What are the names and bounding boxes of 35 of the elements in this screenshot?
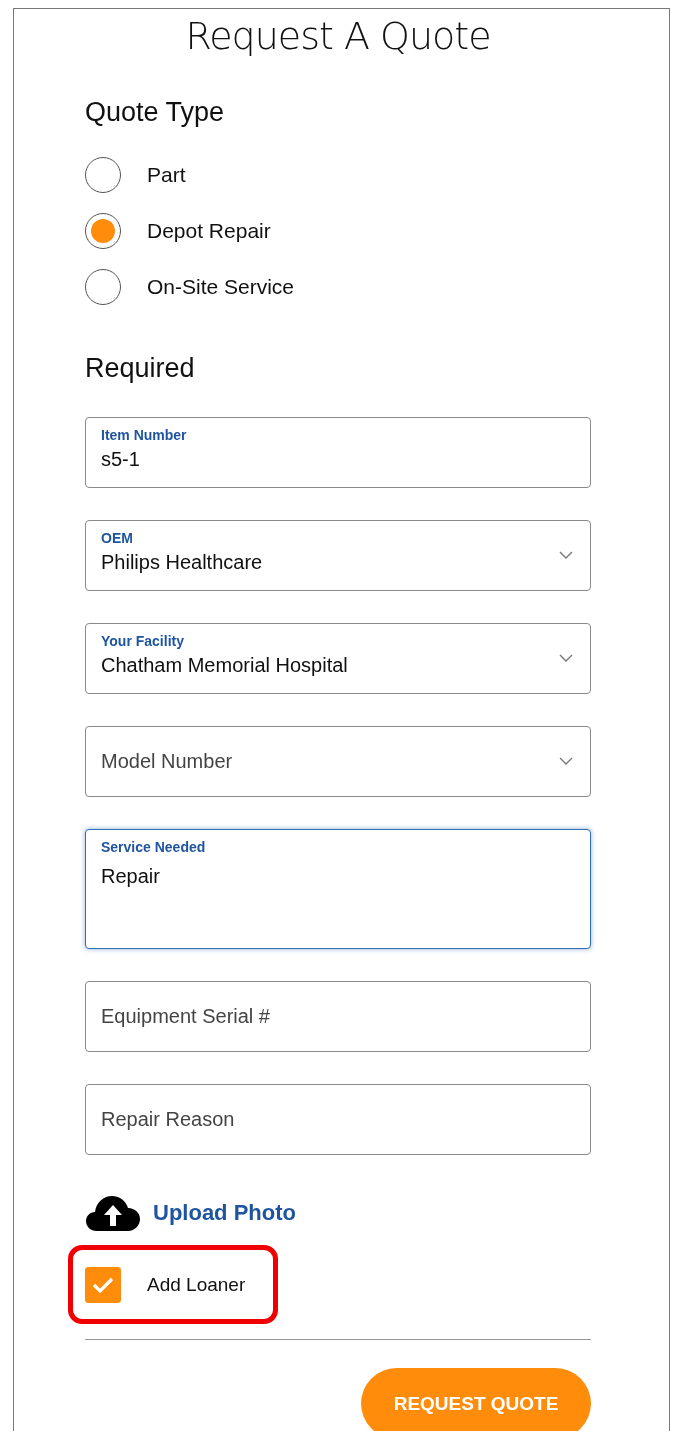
upload-photo-link[interactable]: Upload Photo [153, 1200, 296, 1226]
text-input[interactable]: Philips Healthcare [101, 551, 546, 574]
text-input[interactable]: Repair Reason [101, 1108, 546, 1131]
checkmark-icon [92, 1275, 114, 1294]
dropdown-field[interactable]: Model Number [85, 726, 591, 797]
field-label: Your Facility [101, 633, 184, 649]
chevron-down-icon [559, 653, 573, 663]
checkbox-label: Add Loaner [147, 1273, 246, 1296]
cloud-upload-icon[interactable] [85, 1194, 141, 1232]
page-title: Request A Quote [185, 13, 491, 60]
text-input[interactable]: Model Number [101, 750, 546, 773]
radio-button[interactable] [85, 269, 121, 305]
radio-button[interactable] [85, 157, 121, 193]
text-input[interactable]: Chatham Memorial Hospital [101, 654, 546, 677]
radio-label: On-Site Service [147, 275, 295, 299]
input-field[interactable]: Repair Reason [85, 1084, 591, 1155]
field-label: OEM [101, 530, 133, 546]
text-input[interactable]: Equipment Serial # [101, 1005, 546, 1028]
field-label: Service Needed [101, 839, 206, 855]
radio-button[interactable] [85, 213, 121, 249]
checkbox[interactable] [85, 1266, 121, 1303]
chevron-down-icon [559, 756, 573, 766]
dropdown-field[interactable]: OEM Philips Healthcare [85, 520, 591, 591]
input-field[interactable]: Item Number s5-1 [85, 417, 591, 488]
radio-label: Depot Repair [147, 219, 271, 243]
dropdown-field[interactable]: Your Facility Chatham Memorial Hospital [85, 623, 591, 694]
input-field[interactable]: Equipment Serial # [85, 981, 591, 1052]
field-label: Item Number [101, 427, 187, 443]
section-heading: Required [85, 352, 195, 385]
radio-label: Part [147, 163, 186, 187]
text-input[interactable]: Repair [101, 865, 546, 905]
text-input[interactable]: s5-1 [101, 448, 546, 471]
chevron-down-icon [559, 550, 573, 560]
section-heading: Quote Type [85, 96, 225, 129]
text-area-field[interactable]: Service Needed Repair [85, 829, 591, 949]
